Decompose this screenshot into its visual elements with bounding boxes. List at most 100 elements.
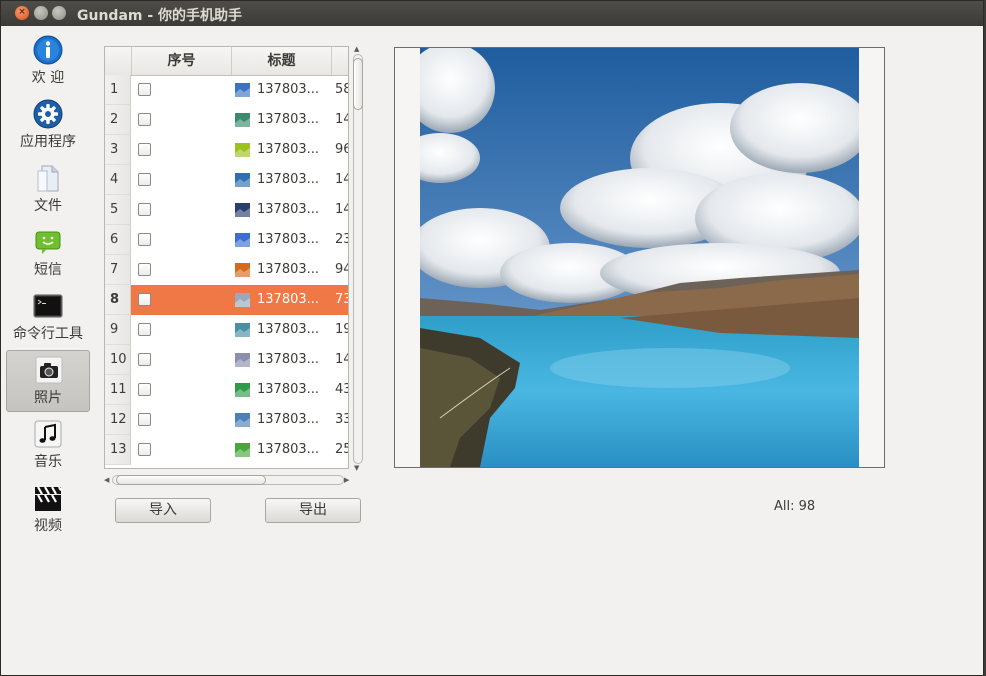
row-number[interactable]: 1 (105, 75, 131, 105)
row-cells[interactable]: 137803... 43 (131, 375, 348, 405)
row-extra: 33 (335, 412, 348, 427)
sidebar-item-files[interactable]: 文件 (6, 159, 90, 221)
row-extra: 43 (335, 382, 348, 397)
row-title: 137803... (257, 442, 320, 457)
row-extra: 96 (335, 142, 348, 157)
row-extra: 25 (335, 442, 348, 457)
row-number[interactable]: 6 (105, 225, 131, 255)
row-checkbox[interactable] (138, 113, 151, 126)
row-extra: 94 (335, 262, 348, 277)
table-row[interactable]: 5 137803... 14 (105, 195, 348, 225)
photo-thumbnail (235, 173, 250, 187)
table-row[interactable]: 12 137803... 33 (105, 405, 348, 435)
table-row[interactable]: 6 137803... 23 (105, 225, 348, 255)
title-bar[interactable]: × Gundam - 你的手机助手 (1, 1, 983, 26)
row-number[interactable]: 3 (105, 135, 131, 165)
row-title: 137803... (257, 82, 320, 97)
column-header-extra[interactable] (331, 47, 348, 75)
export-button[interactable]: 导出 (265, 498, 361, 523)
row-cells[interactable]: 137803... 94 (131, 255, 348, 285)
photo-table: 序号 标题 1137803...582137803...143137803...… (104, 46, 349, 469)
row-checkbox[interactable] (138, 143, 151, 156)
row-checkbox[interactable] (138, 263, 151, 276)
sidebar-item-sms[interactable]: 短信 (6, 223, 90, 285)
table-row[interactable]: 4 137803... 14 (105, 165, 348, 195)
sidebar-item-welcome[interactable]: 欢 迎 (6, 31, 90, 93)
scroll-down-arrow-icon[interactable]: ▼ (354, 464, 359, 472)
row-number[interactable]: 5 (105, 195, 131, 225)
table-row[interactable]: 7 137803... 94 (105, 255, 348, 285)
row-cells[interactable]: 137803... 14 (131, 165, 348, 195)
row-checkbox[interactable] (138, 203, 151, 216)
photo-thumbnail (235, 203, 250, 217)
row-checkbox[interactable] (138, 413, 151, 426)
file-icon (37, 165, 59, 192)
row-cells[interactable]: 137803... 96 (131, 135, 348, 165)
table-row[interactable]: 11 137803... 43 (105, 375, 348, 405)
row-checkbox[interactable] (138, 293, 151, 306)
sidebar-item-photos[interactable]: 照片 (6, 350, 90, 412)
table-vertical-scrollbar[interactable]: ▲ ▼ (351, 45, 365, 474)
table-row[interactable]: 1 137803... 58 (105, 75, 348, 105)
row-extra: 58 (335, 82, 348, 97)
table-horizontal-scrollbar[interactable]: ◀ ▶ (104, 473, 352, 487)
table-row[interactable]: 8 137803... 73 (105, 285, 348, 315)
preview-image (420, 48, 859, 467)
scrollbar-thumb[interactable] (116, 475, 266, 485)
row-number[interactable]: 4 (105, 165, 131, 195)
row-extra: 19 (335, 322, 348, 337)
row-checkbox[interactable] (138, 353, 151, 366)
column-header-title[interactable]: 标题 (231, 47, 331, 75)
row-checkbox[interactable] (138, 83, 151, 96)
sidebar-item-video[interactable]: 视频 (6, 479, 90, 541)
scroll-left-arrow-icon[interactable]: ◀ (104, 476, 109, 484)
minimize-window-button[interactable] (34, 6, 48, 20)
row-cells[interactable]: 137803... 58 (131, 75, 348, 105)
terminal-icon (33, 294, 63, 318)
row-number[interactable]: 10 (105, 345, 131, 375)
sidebar-item-terminal[interactable]: 命令行工具 (6, 287, 90, 349)
row-checkbox[interactable] (138, 173, 151, 186)
table-row[interactable]: 13 137803... 25 (105, 435, 348, 465)
row-checkbox[interactable] (138, 323, 151, 336)
scroll-up-arrow-icon[interactable]: ▲ (354, 45, 359, 53)
table-row[interactable]: 3 137803... 96 (105, 135, 348, 165)
scrollbar-track[interactable] (353, 54, 363, 464)
row-number[interactable]: 9 (105, 315, 131, 345)
scroll-right-arrow-icon[interactable]: ▶ (344, 476, 349, 484)
row-number[interactable]: 11 (105, 375, 131, 405)
sidebar-item-music[interactable]: 音乐 (6, 415, 90, 477)
row-extra: 14 (335, 352, 348, 367)
close-window-button[interactable]: × (15, 6, 29, 20)
row-cells[interactable]: 137803... 14 (131, 195, 348, 225)
row-number[interactable]: 2 (105, 105, 131, 135)
photo-thumbnail (235, 293, 250, 307)
row-cells[interactable]: 137803... 33 (131, 405, 348, 435)
row-checkbox[interactable] (138, 233, 151, 246)
row-cells[interactable]: 137803... 25 (131, 435, 348, 465)
row-number[interactable]: 13 (105, 435, 131, 465)
row-checkbox[interactable] (138, 443, 151, 456)
table-row[interactable]: 2 137803... 14 (105, 105, 348, 135)
row-cells[interactable]: 137803... 14 (131, 105, 348, 135)
row-cells[interactable]: 137803... 14 (131, 345, 348, 375)
import-button[interactable]: 导入 (115, 498, 211, 523)
sidebar-item-apps[interactable]: 应用程序 (6, 95, 90, 157)
info-icon (33, 35, 63, 65)
photo-thumbnail (235, 443, 250, 457)
maximize-window-button[interactable] (52, 6, 66, 20)
row-cells[interactable]: 137803... 73 (131, 285, 348, 315)
scrollbar-thumb[interactable] (353, 58, 363, 110)
row-checkbox[interactable] (138, 383, 151, 396)
row-cells[interactable]: 137803... 19 (131, 315, 348, 345)
table-row[interactable]: 9 137803... 19 (105, 315, 348, 345)
row-number[interactable]: 7 (105, 255, 131, 285)
row-extra: 14 (335, 202, 348, 217)
row-number[interactable]: 8 (105, 285, 131, 315)
row-cells[interactable]: 137803... 23 (131, 225, 348, 255)
camera-icon (35, 356, 63, 384)
row-title: 137803... (257, 382, 320, 397)
row-number[interactable]: 12 (105, 405, 131, 435)
column-header-number[interactable]: 序号 (131, 47, 231, 75)
table-row[interactable]: 10 137803... 14 (105, 345, 348, 375)
